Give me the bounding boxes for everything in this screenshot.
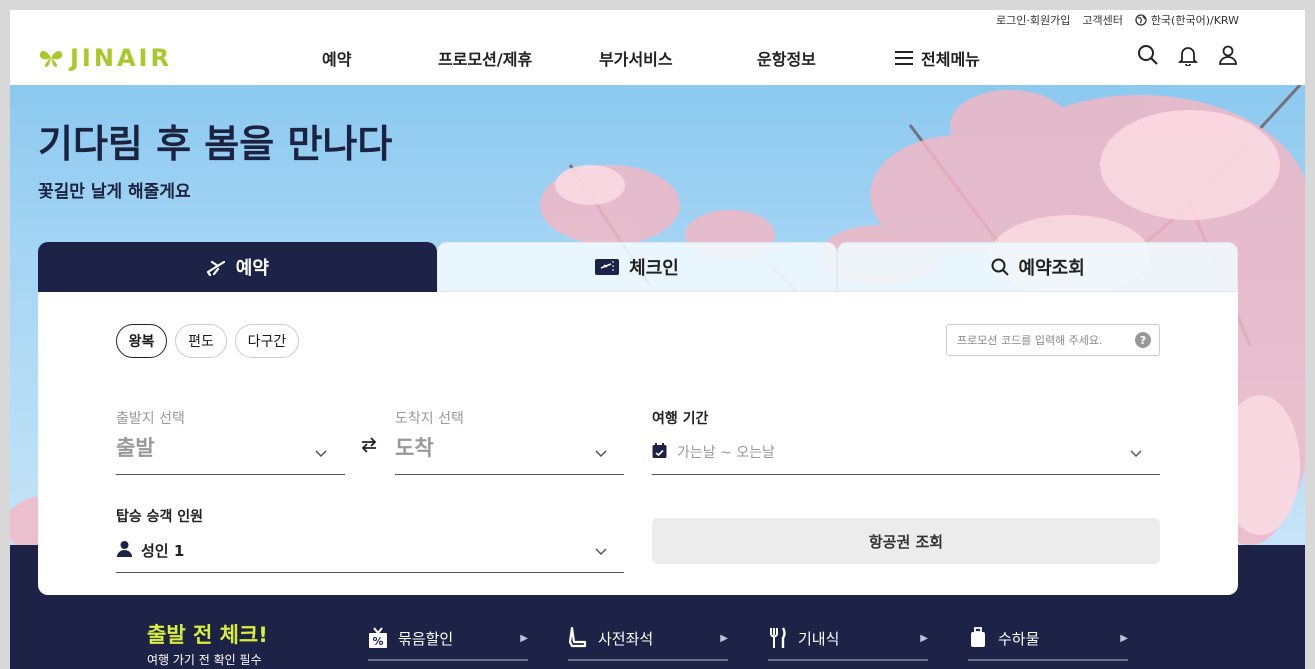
header-icons [1137,44,1239,66]
service-bundle-discount[interactable]: % 묶음할인 ▶ [368,627,528,649]
hamburger-icon [895,51,913,65]
service-underline [768,659,928,661]
service-label: 사전좌석 [598,629,654,648]
service-baggage[interactable]: 수하물 ▶ [968,627,1128,649]
tab-booking[interactable]: 예약 [38,242,437,292]
destination-label: 도착지 선택 [395,411,464,427]
nav-item-flight-info[interactable]: 운항정보 [757,46,816,70]
nav-item-all-menu[interactable]: 전체메뉴 [895,46,980,70]
browser-frame: 로그인·회원가입 고객센터 한국(한국어)/KRW JINAIR 예약 프로모션… [10,10,1305,669]
tab-checkin-label: 체크인 [629,258,679,279]
trip-type-roundtrip[interactable]: 왕복 [116,324,167,358]
trip-type-oneway[interactable]: 편도 [175,324,227,358]
svg-text:%: % [372,635,383,648]
booking-tabs: 예약 체크인 예약조회 [38,242,1239,292]
globe-icon [1135,14,1147,26]
chevron-down-icon [1130,450,1142,458]
passengers-label: 탑승 승객 인원 [116,509,204,525]
band-subtitle: 여행 가기 전 확인 필수 [147,653,262,667]
service-underline [568,659,728,661]
chevron-down-icon [595,450,607,458]
service-underline [968,659,1128,661]
nav-item-extra-services[interactable]: 부가서비스 [599,46,673,70]
locale-selector[interactable]: 한국(한국어)/KRW [1135,12,1239,28]
arrow-right-icon: ▶ [1120,632,1128,644]
fork-knife-icon [770,627,786,648]
user-icon[interactable] [1217,44,1239,66]
band-title: 출발 전 체크! [147,623,268,647]
hero-title: 기다림 후 봄을 만나다 [38,122,393,166]
service-label: 기내식 [798,629,840,648]
tab-lookup-label: 예약조회 [1018,258,1085,279]
ticket-icon [595,259,620,275]
magnifier-icon [991,258,1009,276]
service-label: 수하물 [998,629,1040,648]
hero-subtitle: 꽃길만 날게 해줄게요 [38,182,191,202]
main-header: JINAIR 예약 프로모션/제휴 부가서비스 운항정보 전체메뉴 [10,34,1305,85]
period-value[interactable]: 가는날 ~ 오는날 [677,442,775,462]
main-nav: 예약 프로모션/제휴 부가서비스 운항정보 전체메뉴 [10,34,1305,85]
chevron-down-icon [315,450,327,458]
swap-icon[interactable] [358,434,380,456]
seat-icon [568,627,587,648]
calendar-icon [652,443,667,458]
origin-underline [116,474,345,475]
arrow-right-icon: ▶ [920,632,928,644]
tab-checkin[interactable]: 체크인 [436,242,838,292]
tab-booking-label: 예약 [235,258,269,279]
promo-code-input[interactable]: 프로모션 코드를 입력해 주세요. ? [946,324,1160,356]
period-label: 여행 기간 [652,411,709,427]
origin-value[interactable]: 출발 [116,432,155,462]
arrow-right-icon: ▶ [520,632,528,644]
locale-label: 한국(한국어)/KRW [1150,14,1239,27]
all-menu-label: 전체메뉴 [921,50,980,69]
customer-center-link[interactable]: 고객센터 [1082,12,1122,28]
login-link[interactable]: 로그인·회원가입 [996,12,1070,28]
band-content: 출발 전 체크! 여행 가기 전 확인 필수 % 묶음할인 ▶ 사전좌석 ▶ 기… [10,545,1305,669]
nav-item-booking[interactable]: 예약 [322,46,351,70]
utility-bar: 로그인·회원가입 고객센터 한국(한국어)/KRW [996,12,1239,28]
airplane-icon [206,260,225,276]
service-inflight-meal[interactable]: 기내식 ▶ [768,627,928,649]
gift-percent-icon: % [369,627,387,648]
destination-underline [395,474,624,475]
help-icon[interactable]: ? [1135,332,1151,348]
luggage-icon [971,627,985,647]
service-seat-selection[interactable]: 사전좌석 ▶ [568,627,728,649]
bell-icon[interactable] [1177,44,1199,66]
nav-item-promotion[interactable]: 프로모션/제휴 [438,46,532,70]
search-icon[interactable] [1137,44,1159,66]
destination-value[interactable]: 도착 [395,432,434,462]
trip-type-multicity[interactable]: 다구간 [235,324,299,358]
service-underline [368,659,528,661]
period-underline [652,474,1160,475]
promo-code-placeholder: 프로모션 코드를 입력해 주세요. [957,334,1103,347]
service-label: 묶음할인 [398,629,454,648]
origin-label: 출발지 선택 [116,411,185,427]
tab-reservation-lookup[interactable]: 예약조회 [837,242,1239,292]
arrow-right-icon: ▶ [720,632,728,644]
